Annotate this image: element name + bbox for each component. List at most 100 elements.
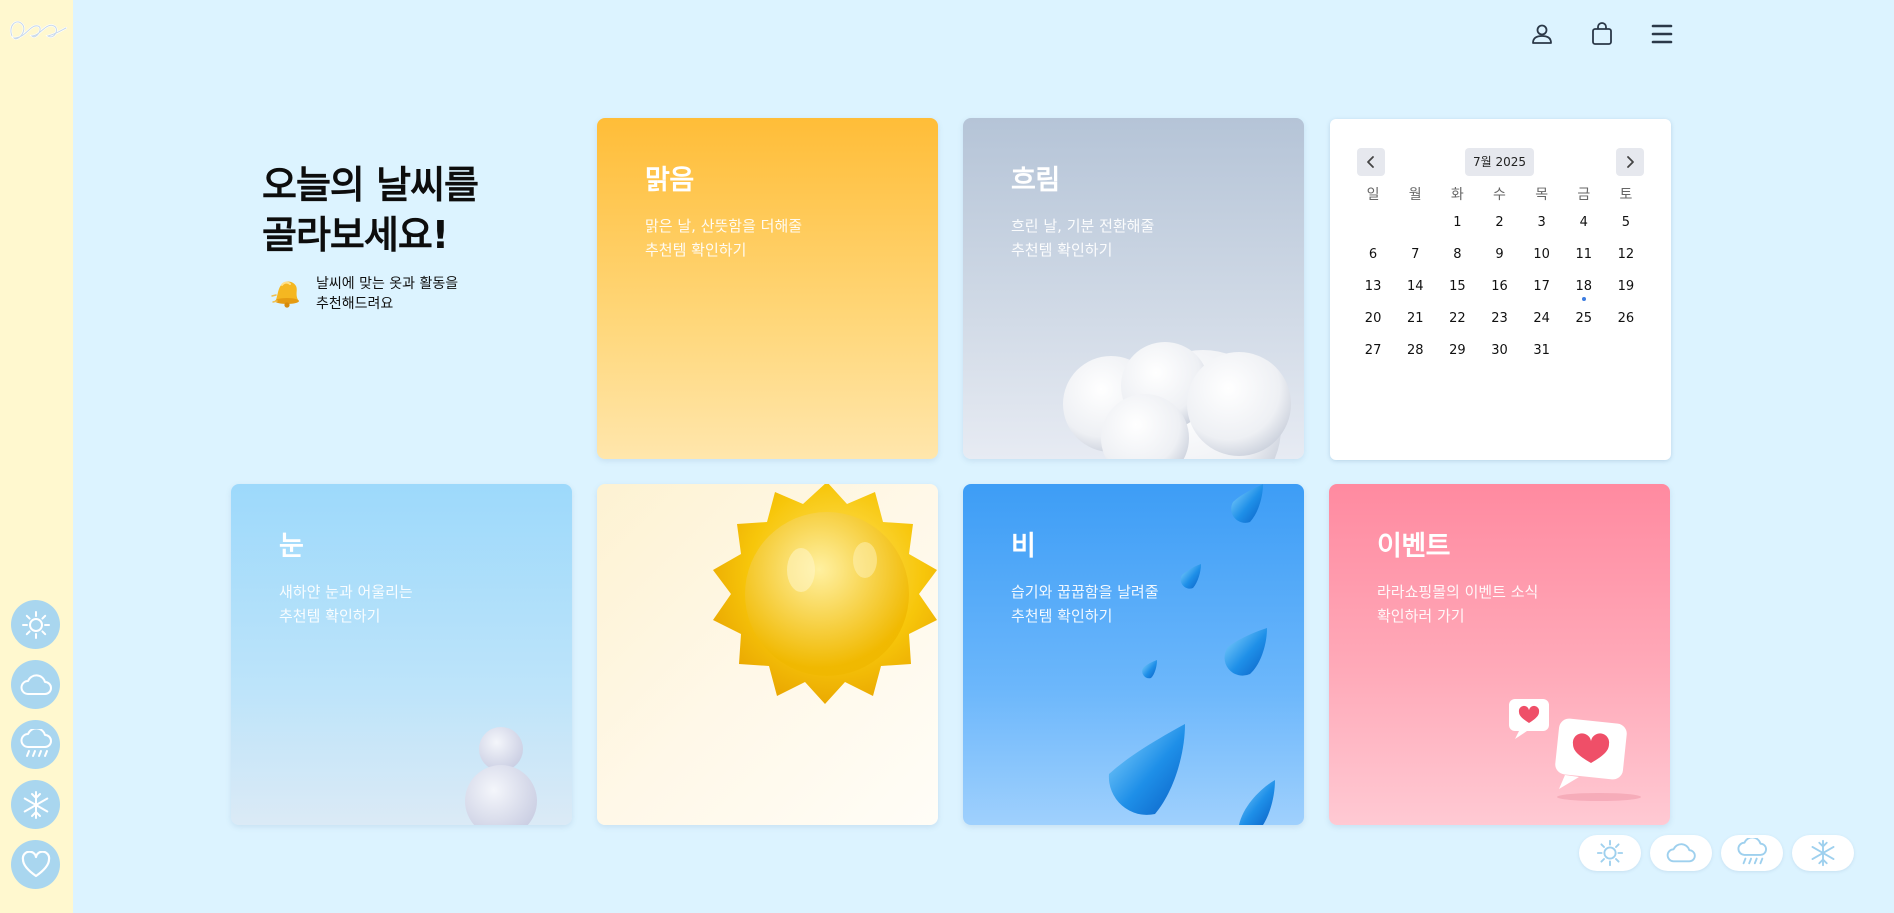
calendar-month-title[interactable]: 7월 2025 — [1465, 148, 1535, 176]
calendar-weekday: 금 — [1577, 187, 1591, 203]
calendar-prev-button[interactable] — [1357, 148, 1385, 176]
calendar-day-today[interactable]: 18 — [1563, 271, 1605, 303]
calendar-day[interactable]: 27 — [1352, 335, 1394, 367]
calendar-day[interactable]: 29 — [1436, 335, 1478, 367]
logo[interactable] — [6, 12, 70, 46]
calendar-weekday: 수 — [1493, 187, 1506, 203]
card-cloudy-desc-line1: 흐린 날, 기분 전환해줄 — [1011, 217, 1155, 235]
chevron-left-icon — [1367, 156, 1374, 168]
calendar-next-button[interactable] — [1616, 148, 1644, 176]
calendar-day[interactable]: 3 — [1521, 207, 1563, 239]
bottom-sunny-button[interactable] — [1579, 835, 1641, 871]
rain-icon — [1737, 838, 1767, 865]
calendar-day[interactable]: 30 — [1478, 335, 1520, 367]
sun-illustration — [713, 484, 937, 704]
menu-button[interactable] — [1646, 18, 1678, 50]
card-rain[interactable]: 비 습기와 꿉꿉함을 날려줄 추천템 확인하기 — [963, 484, 1304, 825]
card-sun-image[interactable] — [597, 484, 938, 825]
sidebar-rain-button[interactable] — [11, 720, 60, 769]
page-title-line2: 골라보세요! — [262, 213, 449, 257]
card-event[interactable]: 이벤트 라라쇼핑몰의 이벤트 소식 확인하러 가기 — [1329, 484, 1670, 825]
bottom-cloudy-button[interactable] — [1650, 835, 1712, 871]
card-cloudy-title: 흐림 — [1011, 165, 1060, 196]
snowflake-icon — [1811, 839, 1835, 867]
calendar-day[interactable]: 21 — [1394, 303, 1436, 335]
card-sunny-desc-line2: 추천템 확인하기 — [645, 241, 747, 259]
card-snow-desc: 새하얀 눈과 어울리는 추천템 확인하기 — [279, 580, 413, 628]
intro: 날씨에 맞는 옷과 활동을 추천해드려요 — [268, 274, 458, 314]
card-snow-title: 눈 — [279, 531, 304, 562]
calendar-day[interactable]: 1 — [1436, 207, 1478, 239]
calendar-day[interactable]: 2 — [1478, 207, 1520, 239]
shopping-bag-icon — [1592, 22, 1612, 45]
calendar-day[interactable]: 31 — [1521, 335, 1563, 367]
cloud-illustration — [1063, 342, 1291, 459]
calendar-empty-cell — [1394, 207, 1436, 239]
card-event-desc-line1: 라라쇼핑몰의 이벤트 소식 — [1377, 583, 1539, 601]
calendar-day[interactable]: 6 — [1352, 239, 1394, 271]
calendar-day[interactable]: 17 — [1521, 271, 1563, 303]
snowman-illustration — [465, 727, 537, 825]
calendar-weekday: 일 — [1366, 187, 1380, 203]
calendar-grid: 일 월 화 수 목 금 토 1 2 3 4 5 6 7 8 9 10 11 12 13 14 15 16 17 18 19 20 21… — [1352, 183, 1647, 367]
snowflake-icon — [23, 790, 48, 819]
calendar-day[interactable]: 8 — [1436, 239, 1478, 271]
calendar-day[interactable]: 4 — [1563, 207, 1605, 239]
sun-icon — [21, 610, 50, 639]
calendar-day[interactable]: 20 — [1352, 303, 1394, 335]
today-indicator — [1581, 297, 1586, 301]
calendar-day[interactable]: 25 — [1563, 303, 1605, 335]
card-sunny-title: 맑음 — [645, 165, 694, 196]
calendar-day[interactable]: 13 — [1352, 271, 1394, 303]
page-title-line1: 오늘의 날씨를 — [262, 163, 479, 207]
intro-line1: 날씨에 맞는 옷과 활동을 — [316, 276, 459, 292]
calendar-day[interactable]: 5 — [1605, 207, 1647, 239]
calendar-day[interactable]: 22 — [1436, 303, 1478, 335]
page-title: 오늘의 날씨를 골라보세요! — [262, 160, 479, 260]
sidebar-snow-button[interactable] — [11, 780, 60, 829]
bell-icon — [271, 281, 299, 308]
raindrops-illustration — [1108, 484, 1275, 825]
calendar-day[interactable]: 26 — [1605, 303, 1647, 335]
sidebar-cloudy-button[interactable] — [11, 660, 60, 709]
calendar-weekday: 토 — [1619, 187, 1633, 203]
card-cloudy-desc: 흐린 날, 기분 전환해줄 추천템 확인하기 — [1011, 214, 1154, 262]
user-button[interactable] — [1526, 18, 1558, 50]
card-sunny[interactable]: 맑음 맑은 날, 산뜻함을 더해줄 추천템 확인하기 — [597, 118, 938, 459]
calendar-day[interactable]: 12 — [1605, 239, 1647, 271]
calendar-day[interactable]: 16 — [1478, 271, 1520, 303]
calendar-day[interactable]: 19 — [1605, 271, 1647, 303]
heart-icon — [21, 850, 50, 877]
cart-button[interactable] — [1586, 18, 1618, 50]
sidebar — [0, 0, 73, 913]
calendar-day[interactable]: 23 — [1478, 303, 1520, 335]
calendar-day[interactable]: 14 — [1394, 271, 1436, 303]
calendar-day[interactable]: 9 — [1478, 239, 1520, 271]
card-sunny-desc: 맑은 날, 산뜻함을 더해줄 추천템 확인하기 — [645, 214, 802, 262]
calendar-day[interactable]: 11 — [1563, 239, 1605, 271]
calendar-day[interactable]: 7 — [1394, 239, 1436, 271]
heart-bubbles-illustration — [1509, 699, 1641, 801]
calendar-day[interactable]: 28 — [1394, 335, 1436, 367]
card-sunny-desc-line1: 맑은 날, 산뜻함을 더해줄 — [645, 217, 803, 235]
card-cloudy-desc-line2: 추천템 확인하기 — [1011, 241, 1113, 259]
bottom-snow-button[interactable] — [1792, 835, 1854, 871]
card-event-title: 이벤트 — [1377, 531, 1451, 562]
card-snow-desc-line2: 추천템 확인하기 — [279, 607, 381, 625]
card-event-desc-line2: 확인하러 가기 — [1377, 607, 1465, 625]
card-event-desc: 라라쇼핑몰의 이벤트 소식 확인하러 가기 — [1377, 580, 1538, 628]
calendar-weekday: 목 — [1535, 187, 1549, 203]
sun-icon — [1596, 839, 1624, 867]
calendar-day[interactable]: 15 — [1436, 271, 1478, 303]
sidebar-sunny-button[interactable] — [11, 600, 60, 649]
cloud-icon — [1666, 843, 1696, 863]
menu-icon — [1651, 24, 1673, 44]
calendar-day[interactable]: 10 — [1521, 239, 1563, 271]
bottom-rain-button[interactable] — [1721, 835, 1783, 871]
card-snow[interactable]: 눈 새하얀 눈과 어울리는 추천템 확인하기 — [231, 484, 572, 825]
card-cloudy[interactable]: 흐림 흐린 날, 기분 전환해줄 추천템 확인하기 — [963, 118, 1304, 459]
calendar-weekday: 월 — [1408, 187, 1422, 203]
card-snow-desc-line1: 새하얀 눈과 어울리는 — [279, 583, 413, 601]
calendar-day[interactable]: 24 — [1521, 303, 1563, 335]
sidebar-event-button[interactable] — [11, 840, 60, 889]
